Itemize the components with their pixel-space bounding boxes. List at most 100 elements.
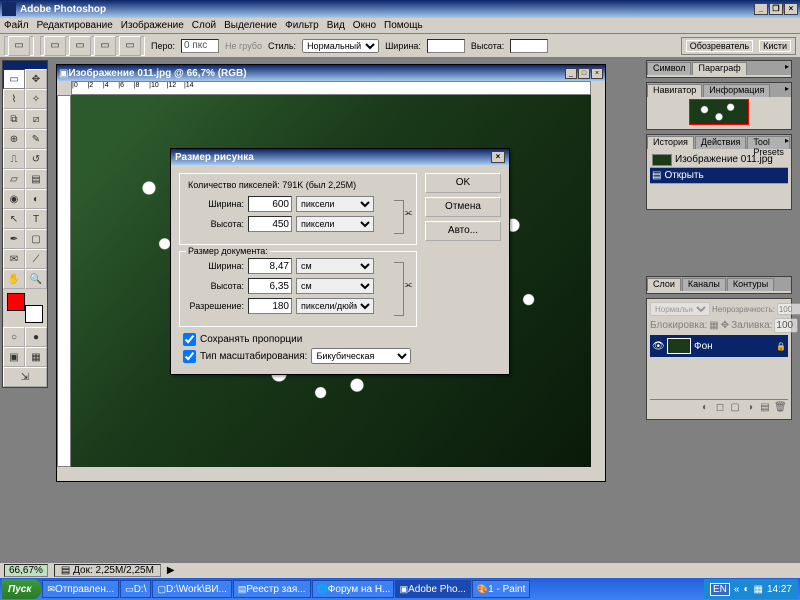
new-layer-icon[interactable]: ▤ (759, 402, 771, 413)
tray-icon[interactable]: ▦ (754, 584, 763, 595)
eraser-tool-icon[interactable]: ▱ (3, 169, 25, 189)
opacity-input[interactable] (777, 303, 800, 315)
wand-tool-icon[interactable]: ✧ (25, 89, 47, 109)
px-width-unit[interactable]: пиксели (296, 196, 374, 212)
dialog-titlebar[interactable]: Размер рисунка × (171, 149, 509, 165)
delete-layer-icon[interactable]: 🗑 (774, 402, 786, 413)
lock-position-icon[interactable]: ✥ (721, 320, 729, 331)
tab-paragraph[interactable]: Параграф (692, 62, 746, 75)
fill-input[interactable] (774, 318, 798, 333)
doc-maximize-button[interactable]: □ (578, 68, 590, 79)
stamp-tool-icon[interactable]: ⎍ (3, 149, 25, 169)
well-brushes[interactable]: Кисти (759, 40, 791, 52)
px-height-input[interactable] (248, 216, 292, 232)
layer-row[interactable]: 👁 Фон 🔒 (650, 335, 788, 357)
menu-layer[interactable]: Слой (192, 20, 216, 31)
history-state[interactable]: ▤ Открыть (650, 168, 788, 184)
brush-tool-icon[interactable]: ✎ (25, 129, 47, 149)
quickmask-on-icon[interactable]: ● (25, 327, 47, 347)
close-button[interactable]: × (784, 3, 798, 15)
panel-menu-icon[interactable]: ▸ (785, 84, 789, 93)
screenmode-1-icon[interactable]: ▣ (3, 347, 25, 367)
layer-adjust-icon[interactable]: ◑ (744, 402, 756, 413)
task-item[interactable]: 🎨 1 - Paint (472, 580, 530, 598)
tab-actions[interactable]: Действия (695, 136, 746, 149)
lasso-tool-icon[interactable]: ⌇ (3, 89, 25, 109)
height-input[interactable] (510, 39, 548, 53)
lang-indicator[interactable]: EN (710, 583, 730, 596)
restore-button[interactable]: ❐ (769, 3, 783, 15)
antialias-checkbox[interactable]: Не грубо (225, 41, 262, 51)
constrain-checkbox[interactable] (183, 333, 196, 346)
jump-to-iready-icon[interactable]: ⇲ (3, 367, 47, 387)
ruler-vertical[interactable] (57, 95, 71, 467)
tab-paths[interactable]: Контуры (727, 278, 774, 291)
slice-tool-icon[interactable]: ⧄ (25, 109, 47, 129)
doc-height-input[interactable] (248, 278, 292, 294)
navigator-thumb[interactable] (689, 99, 749, 125)
menu-filter[interactable]: Фильтр (285, 20, 319, 31)
eyedropper-icon[interactable]: ⟋ (25, 249, 47, 269)
task-item[interactable]: 🌐 Форум на Н... (312, 580, 394, 598)
marquee-rect-icon[interactable]: ▭ (44, 36, 66, 56)
layer-style-icon[interactable]: ◐ (699, 402, 711, 413)
doc-titlebar[interactable]: ▣ Изображение 011.jpg @ 66,7% (RGB) _ □ … (57, 65, 605, 81)
style-select[interactable]: Нормальный (302, 39, 379, 53)
tray-icon[interactable]: « (734, 584, 740, 595)
well-browser[interactable]: Обозреватель (686, 40, 753, 52)
heal-tool-icon[interactable]: ⊕ (3, 129, 25, 149)
blend-mode-select[interactable]: Нормальный (650, 302, 710, 316)
feather-input[interactable] (181, 39, 219, 53)
marquee-tool-icon[interactable]: ▭ (3, 69, 25, 89)
screenmode-2-icon[interactable]: ▦ (25, 347, 47, 367)
status-arrow-icon[interactable]: ▶ (167, 565, 175, 576)
resample-checkbox[interactable] (183, 350, 196, 363)
tab-toolpresets[interactable]: Tool Presets (747, 136, 790, 149)
panel-menu-icon[interactable]: ▸ (785, 136, 789, 145)
menu-edit[interactable]: Редактирование (37, 20, 113, 31)
panel-menu-icon[interactable]: ▸ (785, 62, 789, 71)
doc-width-unit[interactable]: см (296, 258, 374, 274)
tab-navigator[interactable]: Навигатор (647, 84, 702, 97)
doc-info[interactable]: ▤ Док: 2,25M/2,25M (54, 564, 161, 577)
resample-method-select[interactable]: Бикубическая (311, 348, 411, 364)
layer-folder-icon[interactable]: ▢ (729, 402, 741, 413)
color-swatch[interactable] (5, 291, 45, 325)
zoom-tool-icon[interactable]: 🔍 (25, 269, 47, 289)
task-item-active[interactable]: ▣ Adobe Pho... (395, 580, 471, 598)
toolbox-grip[interactable] (3, 61, 47, 69)
crop-tool-icon[interactable]: ⧉ (3, 109, 25, 129)
hand-tool-icon[interactable]: ✋ (3, 269, 25, 289)
task-item[interactable]: ▢ D:\Work\ВИ... (152, 580, 231, 598)
tab-history[interactable]: История (647, 136, 694, 149)
width-input[interactable] (427, 39, 465, 53)
menu-view[interactable]: Вид (327, 20, 345, 31)
dodge-tool-icon[interactable]: ◐ (25, 189, 47, 209)
tab-info[interactable]: Информация (703, 84, 770, 97)
cancel-button[interactable]: Отмена (425, 197, 501, 217)
type-tool-icon[interactable]: T (25, 209, 47, 229)
move-tool-icon[interactable]: ✥ (25, 69, 47, 89)
menu-help[interactable]: Помощь (384, 20, 423, 31)
px-height-unit[interactable]: пиксели (296, 216, 374, 232)
ruler-horizontal[interactable]: |0 |2 |4 |6 |8 |10 |12 |14 (71, 81, 591, 95)
tab-layers[interactable]: Слои (647, 278, 681, 291)
px-width-input[interactable] (248, 196, 292, 212)
history-snapshot[interactable]: Изображение 011.jpg (650, 152, 788, 168)
auto-button[interactable]: Авто... (425, 221, 501, 241)
start-button[interactable]: Пуск (2, 579, 41, 599)
marquee-sub-icon[interactable]: ▭ (94, 36, 116, 56)
zoom-field[interactable]: 66,67% (4, 564, 48, 577)
marquee-int-icon[interactable]: ▭ (119, 36, 141, 56)
menu-window[interactable]: Окно (353, 20, 376, 31)
doc-height-unit[interactable]: см (296, 278, 374, 294)
path-tool-icon[interactable]: ↖ (3, 209, 25, 229)
history-brush-icon[interactable]: ↺ (25, 149, 47, 169)
notes-tool-icon[interactable]: ✉ (3, 249, 25, 269)
fg-color-swatch[interactable] (7, 293, 25, 311)
visibility-icon[interactable]: 👁 (652, 341, 664, 352)
quickmask-off-icon[interactable]: ○ (3, 327, 25, 347)
doc-close-button[interactable]: × (591, 68, 603, 79)
tray-icon[interactable]: ◐ (743, 584, 749, 595)
dialog-close-button[interactable]: × (491, 151, 505, 163)
